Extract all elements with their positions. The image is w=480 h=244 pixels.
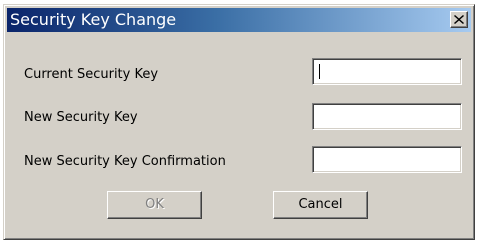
close-button[interactable] [450,11,468,28]
text-caret [319,64,320,79]
dialog-title: Security Key Change [10,10,177,29]
new-security-key-confirmation-field[interactable] [312,146,462,173]
security-key-change-dialog: Security Key Change Current Security Key… [3,4,475,240]
close-icon [454,15,464,24]
current-security-key-label: Current Security Key [24,67,159,82]
title-bar[interactable]: Security Key Change [7,8,471,32]
new-security-key-label: New Security Key [24,110,138,125]
current-security-key-field[interactable] [312,58,462,85]
new-security-key-confirmation-label: New Security Key Confirmation [24,154,226,169]
cancel-button[interactable]: Cancel [273,191,368,219]
new-security-key-field[interactable] [312,103,462,130]
ok-button[interactable]: OK [107,191,202,219]
